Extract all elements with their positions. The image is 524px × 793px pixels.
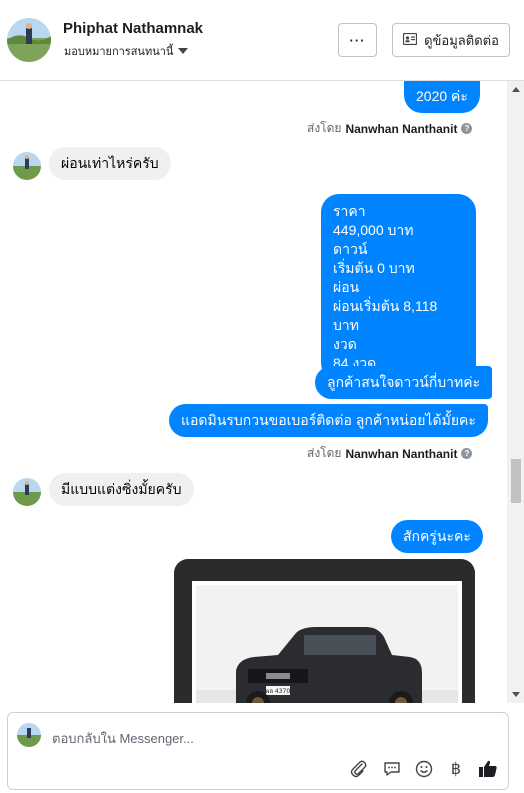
- price-line: งวด: [333, 336, 357, 352]
- saved-reply-icon[interactable]: [381, 758, 403, 780]
- outgoing-message[interactable]: แอดมินรบกวนขอเบอร์ติดต่อ ลูกค้าหน่อยได้ม…: [169, 404, 488, 437]
- incoming-message[interactable]: มีแบบแต่งซิ่งมั้ยครับ: [49, 473, 194, 506]
- car-photo-attachment[interactable]: ผล 4370: [174, 559, 475, 703]
- sender-name: Nanwhan Nanthanit: [345, 446, 458, 461]
- scrollbar-thumb[interactable]: [511, 459, 521, 503]
- message-list[interactable]: 2020 ค่ะ ส่งโดย Nanwhan Nanthanit ? ผ่อน…: [0, 81, 524, 703]
- price-line: 449,000 บาท: [333, 222, 414, 238]
- emoji-icon[interactable]: [413, 758, 435, 780]
- sender-name: Nanwhan Nanthanit: [345, 121, 458, 136]
- car-photo: ผล 4370: [192, 581, 462, 703]
- more-options-button[interactable]: ···: [338, 23, 377, 57]
- conversation-header: Phiphat Nathamnak มอบหมายการสนทนานี้ ···…: [0, 0, 524, 81]
- price-line: ผ่อน: [333, 279, 360, 295]
- price-line: ผ่อนเริ่มต้น 8,118 บาท: [333, 298, 438, 333]
- outgoing-message[interactable]: ลูกค้าสนใจดาวน์กี่บาทค่ะ: [315, 366, 493, 399]
- help-icon[interactable]: ?: [461, 448, 473, 459]
- contact-avatar-small[interactable]: [13, 152, 41, 180]
- price-line: ดาวน์: [333, 241, 368, 257]
- outgoing-message-price[interactable]: ราคา 449,000 บาท ดาวน์ เริ่มต้น 0 บาท ผ่…: [321, 194, 476, 381]
- outgoing-message[interactable]: สักครู่นะคะ: [391, 520, 483, 553]
- contact-info-label: ดูข้อมูลติดต่อ: [424, 32, 499, 48]
- caret-down-icon: [178, 48, 189, 54]
- reply-input[interactable]: ตอบกลับใน Messenger...: [52, 728, 194, 749]
- view-contact-info-button[interactable]: ดูข้อมูลติดต่อ: [392, 23, 510, 57]
- incoming-message[interactable]: ผ่อนเท่าไหร่ครับ: [49, 147, 171, 180]
- sent-by-label: ส่งโดย Nanwhan Nanthanit ?: [307, 444, 473, 463]
- assign-label: มอบหมายการสนทนานี้: [64, 46, 174, 58]
- license-plate-text: ผล 4370: [266, 688, 291, 695]
- price-line: ราคา: [333, 203, 366, 219]
- like-thumb-icon[interactable]: [477, 758, 499, 780]
- chat-scrollbar[interactable]: [507, 81, 524, 703]
- page-avatar: [17, 723, 41, 747]
- scroll-up-arrow-icon[interactable]: [512, 87, 520, 92]
- contact-name: Phiphat Nathamnak: [63, 20, 204, 37]
- outgoing-message[interactable]: 2020 ค่ะ: [404, 81, 480, 113]
- attachment-icon[interactable]: [348, 758, 370, 780]
- sent-by-prefix: ส่งโดย: [307, 121, 342, 135]
- contact-avatar-small[interactable]: [13, 478, 41, 506]
- price-line: เริ่มต้น 0 บาท: [333, 260, 415, 276]
- sent-by-prefix: ส่งโดย: [307, 446, 342, 460]
- contact-card-icon: [402, 32, 418, 48]
- baht-payment-icon[interactable]: ฿: [445, 758, 467, 780]
- contact-avatar[interactable]: [7, 18, 51, 62]
- help-icon[interactable]: ?: [461, 123, 473, 134]
- assign-conversation-dropdown[interactable]: มอบหมายการสนทนานี้: [64, 42, 189, 60]
- sent-by-label: ส่งโดย Nanwhan Nanthanit ?: [307, 119, 473, 138]
- message-composer: ตอบกลับใน Messenger... ฿: [7, 712, 509, 790]
- scroll-down-arrow-icon[interactable]: [512, 692, 520, 697]
